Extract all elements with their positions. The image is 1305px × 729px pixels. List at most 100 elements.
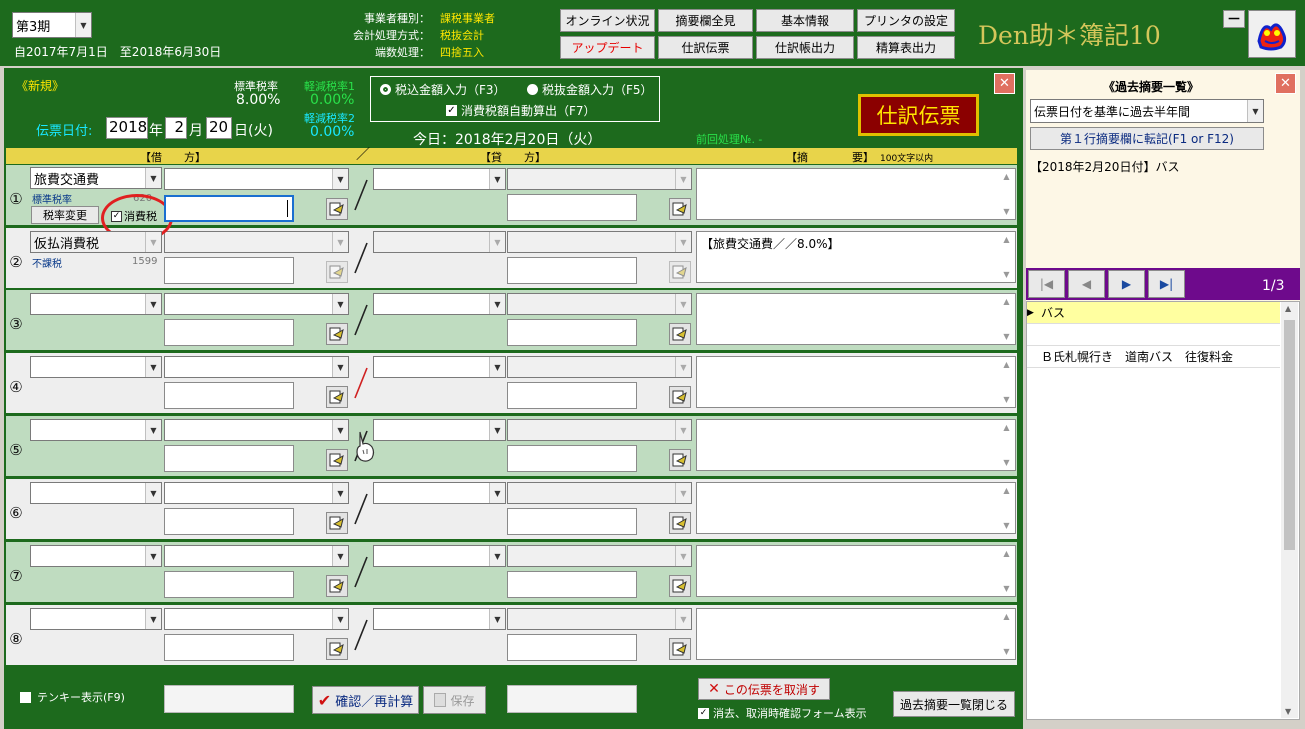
debit-amount-input[interactable] (164, 257, 294, 284)
list-scrollbar[interactable]: ▲ ▼ (1281, 302, 1298, 718)
calculator-icon[interactable] (669, 512, 691, 534)
calculator-icon[interactable] (326, 198, 348, 220)
memo-textarea[interactable]: ▲ ▼ (696, 168, 1016, 220)
memo-textarea[interactable]: 【旅費交通費／／8.0%】 ▲ ▼ (696, 231, 1016, 283)
debit-subaccount-select[interactable]: ▼ (164, 168, 349, 190)
debit-amount-input[interactable] (164, 445, 294, 472)
memo-scrollbar[interactable]: ▲ ▼ (998, 546, 1015, 596)
memo-scrollbar[interactable]: ▲ ▼ (998, 483, 1015, 533)
debit-account-select[interactable]: ▼ (30, 419, 162, 441)
credit-account-select[interactable]: ▼ (373, 419, 506, 441)
debit-subaccount-select[interactable]: ▼ (164, 419, 349, 441)
rate-change-button[interactable]: 税率変更 (31, 206, 99, 224)
calculator-icon[interactable] (326, 638, 348, 660)
calculator-icon[interactable] (669, 323, 691, 345)
credit-amount-input[interactable] (507, 382, 637, 409)
credit-amount-input[interactable] (507, 634, 637, 661)
settlement-output-button[interactable]: 精算表出力 (857, 36, 955, 59)
debit-subaccount-select[interactable]: ▼ (164, 356, 349, 378)
year-input[interactable]: 2018 (106, 117, 148, 139)
credit-amount-input[interactable] (507, 571, 637, 598)
day-input[interactable]: 20 (206, 117, 232, 139)
transfer-memo-button[interactable]: 第１行摘要欄に転記(F1 or F12) (1030, 127, 1264, 150)
debit-amount-input[interactable] (164, 571, 294, 598)
close-panel-button[interactable]: ✕ (1275, 73, 1296, 94)
debit-account-select[interactable]: ▼ (30, 608, 162, 630)
credit-account-select[interactable]: ▼ (373, 231, 506, 253)
memo-scrollbar[interactable]: ▲ ▼ (998, 294, 1015, 344)
credit-account-select[interactable]: ▼ (373, 293, 506, 315)
update-button[interactable]: アップデート (560, 36, 655, 59)
credit-account-select[interactable]: ▼ (373, 356, 506, 378)
debit-account-select[interactable]: ▼ (30, 482, 162, 504)
next-page-button[interactable]: ▶ (1108, 270, 1145, 298)
month-input[interactable]: 2 (165, 117, 187, 139)
memo-textarea[interactable]: ▲ ▼ (696, 608, 1016, 660)
calculator-icon[interactable] (326, 386, 348, 408)
period-filter-select[interactable]: 伝票日付を基準に過去半年間 ▼ (1030, 99, 1264, 123)
memo-view-button[interactable]: 摘要欄全見 (658, 9, 753, 32)
close-past-memo-button[interactable]: 過去摘要一覧閉じる (893, 691, 1015, 717)
list-item[interactable]: ▶ バス (1027, 302, 1280, 324)
memo-scrollbar[interactable]: ▲ ▼ (998, 609, 1015, 659)
list-item[interactable]: Ｂ氏札幌行き 道南バス 往復料金 (1027, 346, 1280, 368)
memo-scrollbar[interactable]: ▲ ▼ (998, 420, 1015, 470)
credit-account-select[interactable]: ▼ (373, 168, 506, 190)
calculator-icon[interactable] (669, 261, 691, 283)
memo-scrollbar[interactable]: ▲ ▼ (998, 357, 1015, 407)
memo-textarea[interactable]: ▲ ▼ (696, 356, 1016, 408)
debit-amount-input[interactable] (164, 634, 294, 661)
calculator-icon[interactable] (669, 638, 691, 660)
memo-scrollbar[interactable]: ▲ ▼ (998, 169, 1015, 219)
journal-output-button[interactable]: 仕訳帳出力 (756, 36, 854, 59)
calculator-icon[interactable] (326, 449, 348, 471)
credit-amount-input[interactable] (507, 257, 637, 284)
credit-subaccount-select[interactable]: ▼ (507, 608, 692, 630)
confirm-recalc-button[interactable]: ✔ 確認／再計算 (312, 686, 419, 714)
debit-subaccount-select[interactable]: ▼ (164, 482, 349, 504)
credit-amount-input[interactable] (507, 508, 637, 535)
close-form-button[interactable]: ✕ (994, 73, 1015, 94)
radio-tax-exclusive[interactable]: 税抜金額入力（F5） (527, 81, 653, 98)
credit-subaccount-select[interactable]: ▼ (507, 482, 692, 504)
credit-account-select[interactable]: ▼ (373, 608, 506, 630)
memo-textarea[interactable]: ▲ ▼ (696, 419, 1016, 471)
credit-amount-input[interactable] (507, 319, 637, 346)
credit-account-select[interactable]: ▼ (373, 482, 506, 504)
last-page-button[interactable]: ▶| (1148, 270, 1185, 298)
debit-account-select[interactable]: ▼ (30, 356, 162, 378)
debit-subaccount-select[interactable]: ▼ (164, 608, 349, 630)
credit-subaccount-select[interactable]: ▼ (507, 231, 692, 253)
debit-subaccount-select[interactable]: ▼ (164, 545, 349, 567)
credit-amount-input[interactable] (507, 194, 637, 221)
credit-subaccount-select[interactable]: ▼ (507, 356, 692, 378)
minimize-button[interactable]: － (1223, 10, 1245, 28)
basic-info-button[interactable]: 基本情報 (756, 9, 854, 32)
debit-account-select[interactable]: ▼ (30, 293, 162, 315)
debit-account-select-2[interactable]: 仮払消費税 ▼ (30, 231, 162, 253)
credit-subaccount-select[interactable]: ▼ (507, 545, 692, 567)
calculator-icon[interactable] (669, 575, 691, 597)
calculator-icon[interactable] (326, 323, 348, 345)
memo-textarea[interactable]: ▲ ▼ (696, 482, 1016, 534)
debit-account-select[interactable]: ▼ (30, 545, 162, 567)
memo-textarea[interactable]: ▲ ▼ (696, 293, 1016, 345)
credit-subaccount-select[interactable]: ▼ (507, 293, 692, 315)
memo-scrollbar[interactable]: ▲ ▼ (998, 232, 1015, 282)
tenkey-checkbox[interactable]: テンキー表示(F9) (20, 689, 125, 705)
prev-page-button[interactable]: ◀ (1068, 270, 1105, 298)
radio-tax-inclusive[interactable]: 税込金額入力（F3） (380, 81, 506, 98)
debit-subaccount-select[interactable]: ▼ (164, 231, 349, 253)
debit-amount-input-1[interactable] (164, 195, 294, 222)
calculator-icon[interactable] (326, 261, 348, 283)
calculator-icon[interactable] (669, 449, 691, 471)
confirm-form-checkbox[interactable]: ✓ 消去、取消時確認フォーム表示 (698, 705, 867, 721)
calculator-icon[interactable] (669, 198, 691, 220)
debit-amount-input[interactable] (164, 319, 294, 346)
memo-textarea[interactable]: ▲ ▼ (696, 545, 1016, 597)
cancel-voucher-button[interactable]: ✕ この伝票を取消す (698, 678, 830, 700)
calculator-icon[interactable] (326, 512, 348, 534)
journal-voucher-button[interactable]: 仕訳伝票 (658, 36, 753, 59)
credit-account-select[interactable]: ▼ (373, 545, 506, 567)
auto-calc-checkbox[interactable]: ✓ 消費税額自動算出（F7） (446, 102, 596, 119)
